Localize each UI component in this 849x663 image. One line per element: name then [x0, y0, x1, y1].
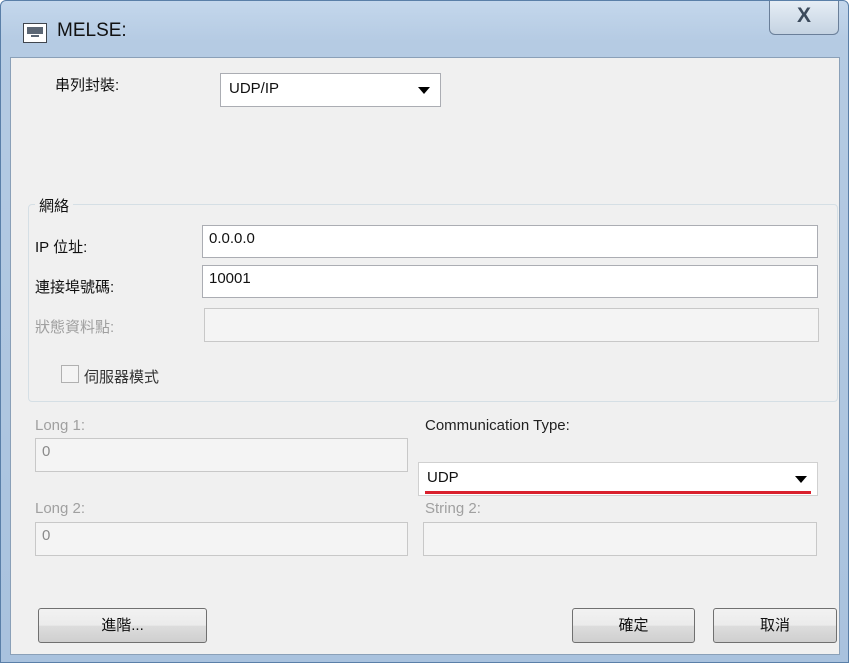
cancel-button[interactable]: 取消 — [713, 608, 837, 643]
string2-label: String 2: — [425, 500, 481, 517]
string2-input[interactable] — [423, 522, 817, 556]
communication-type-label: Communication Type: — [425, 417, 570, 434]
server-mode-checkbox[interactable] — [61, 365, 79, 383]
status-datapoint-label: 狀態資料點: — [35, 319, 115, 336]
long2-input[interactable]: 0 — [35, 522, 408, 556]
long1-input[interactable]: 0 — [35, 438, 408, 472]
chevron-down-icon — [418, 87, 430, 94]
chevron-down-icon — [795, 476, 807, 483]
ip-address-label: IP 位址: — [35, 239, 88, 256]
title-bar[interactable]: MELSE: X — [1, 1, 848, 57]
serial-encapsulation-select[interactable]: UDP/IP — [220, 73, 441, 107]
status-datapoint-input[interactable] — [204, 308, 819, 342]
port-number-input[interactable]: 10001 — [202, 265, 818, 298]
server-mode-label: 伺服器模式 — [84, 369, 160, 386]
close-button[interactable]: X — [769, 1, 839, 35]
network-group-title: 網絡 — [35, 195, 74, 216]
long2-label: Long 2: — [35, 500, 86, 517]
window-title: MELSE: — [57, 20, 127, 41]
long1-label: Long 1: — [35, 417, 86, 434]
port-number-label: 連接埠號碼: — [35, 279, 115, 296]
serial-encapsulation-value: UDP/IP — [229, 80, 280, 97]
ip-address-input[interactable]: 0.0.0.0 — [202, 225, 818, 258]
advanced-button[interactable]: 進階... — [38, 608, 207, 643]
app-icon — [23, 23, 47, 43]
communication-type-value: UDP — [427, 469, 459, 486]
dialog-content: 串列封裝: UDP/IP 網絡 IP 位址: 0.0.0.0 連接埠號碼: 10… — [10, 57, 840, 655]
ok-button[interactable]: 確定 — [572, 608, 695, 643]
dialog-window: MELSE: X 串列封裝: UDP/IP 網絡 IP 位址: 0.0.0.0 … — [0, 0, 849, 663]
communication-type-highlight — [425, 491, 811, 494]
serial-encapsulation-label: 串列封裝: — [55, 77, 120, 94]
